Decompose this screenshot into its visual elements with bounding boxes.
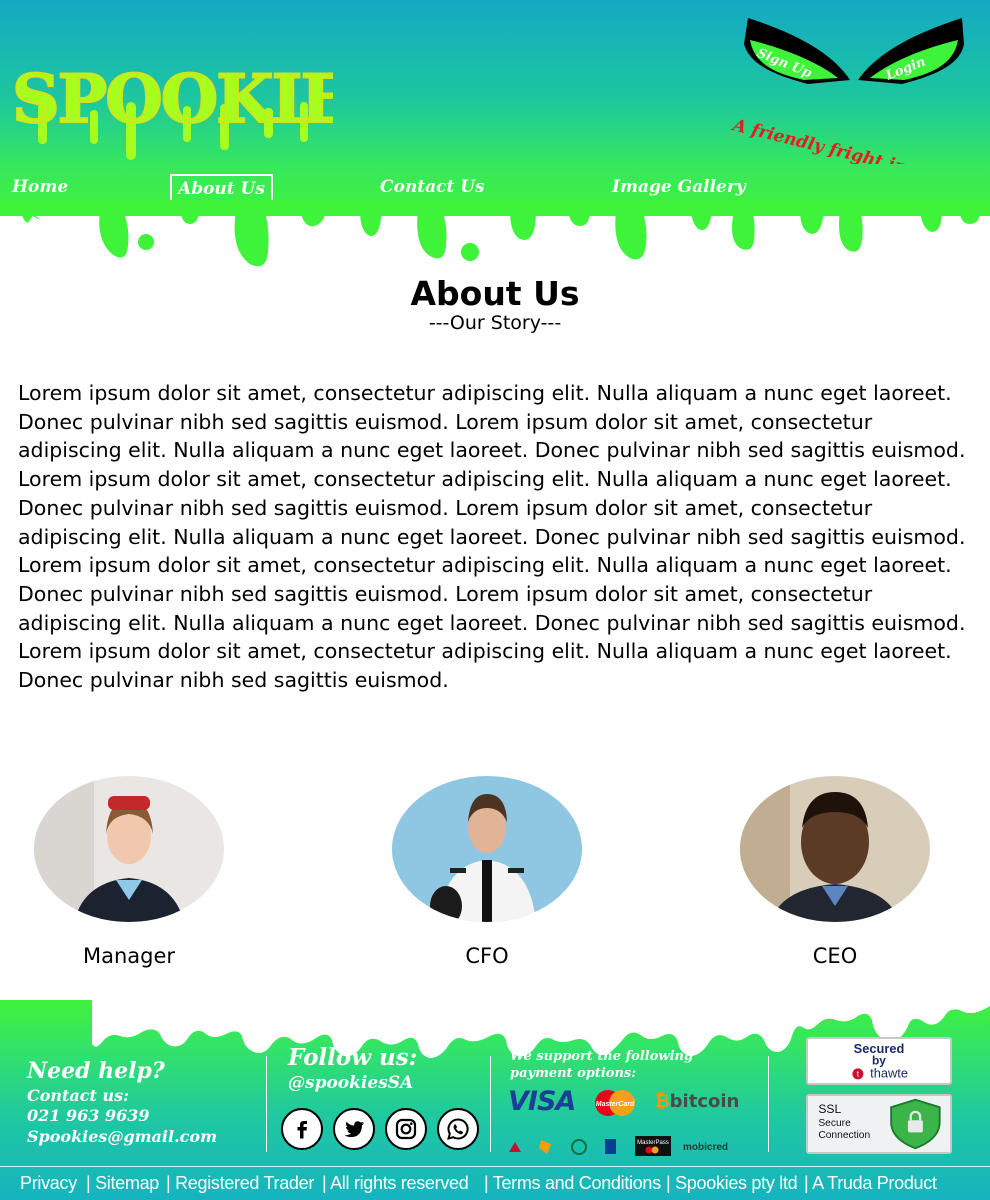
masterpass-logo: MasterPass [635,1136,671,1156]
page-subtitle: ---Our Story--- [428,312,562,334]
spookies-logo[interactable]: SPOOKIES [8,40,333,165]
slime-drips-top [0,200,990,267]
standard-bank-icon [605,1139,616,1154]
shield-lock-icon [890,1098,941,1150]
eyes-auth-graphic: Sign Up Login [744,18,964,84]
rights-reserved-text: | All rights reserved [322,1173,469,1193]
footer-divider [490,1056,491,1152]
nedbank-icon [571,1139,587,1155]
product-credit-text: | A Truda Product [804,1173,937,1193]
terms-conditions-link[interactable]: | Terms and Conditions [484,1173,661,1194]
svg-text:SPOOKIES: SPOOKIES [12,60,333,138]
page-title: About Us [410,274,580,313]
email-address[interactable]: Spookies@gmail.com [27,1127,217,1146]
mastercard-logo: MasterCard [595,1090,635,1116]
legal-bar: Privacy | Sitemap | Registered Trader | … [0,1166,990,1200]
registered-trader-link[interactable]: | Registered Trader [166,1173,314,1194]
team-member-ceo: CEO [730,776,930,976]
nav-contact-us[interactable]: Contact Us [380,174,485,202]
footer-divider [768,1056,769,1152]
svg-text:MasterPass: MasterPass [637,1140,669,1146]
twitter-icon[interactable] [333,1108,375,1150]
ceo-portrait [740,776,930,922]
svg-text:Secure: Secure [818,1118,851,1129]
whatsapp-icon[interactable] [437,1108,479,1150]
nav-image-gallery[interactable]: Image Gallery [612,174,746,202]
facebook-icon[interactable] [281,1108,323,1150]
thawte-security-badge[interactable]: Secured by t thawte [806,1037,952,1085]
privacy-link[interactable]: Privacy [20,1173,77,1194]
instagram-icon[interactable] [385,1108,427,1150]
svg-text:SSL: SSL [818,1102,841,1116]
manager-role: Manager [82,944,176,968]
follow-title: Follow us: [288,1044,418,1071]
nav-about-us[interactable]: About Us [170,174,273,202]
ssl-secure-badge[interactable]: SSL Secure Connection [806,1094,952,1154]
help-title: Need help? [27,1058,165,1084]
svg-text:MasterCard: MasterCard [596,1101,635,1108]
absa-icon [509,1142,521,1152]
payment-options-title: We support the following payment options… [510,1049,694,1081]
phone-number[interactable]: 021 963 9639 [27,1106,149,1125]
nav-home[interactable]: Home [12,174,68,202]
team-member-cfo: CFO [382,776,582,976]
ceo-role: CEO [812,944,858,968]
sitemap-link[interactable]: | Sitemap [86,1173,159,1194]
team-member-manager: Manager [24,776,224,976]
svg-text:Connection: Connection [818,1130,870,1141]
story-paragraph: Lorem ipsum dolor sit amet, consectetur … [18,381,966,693]
mobicred-logo: mobicred [683,1142,728,1153]
bank-logos-row: MasterPass mobicred [509,1136,728,1156]
svg-text:thawte: thawte [870,1066,908,1081]
fnb-icon [539,1140,551,1154]
social-handle[interactable]: @spookiesSA [288,1073,413,1093]
company-name-text: | Spookies pty ltd [666,1173,798,1193]
visa-logo: VISA [508,1086,576,1117]
cfo-role: CFO [465,944,509,968]
svg-text:A friendly fright in every bit: A friendly fright in every bite [729,115,978,164]
footer-divider [266,1056,267,1152]
contact-label: Contact us: [27,1086,130,1105]
cfo-portrait [392,776,582,922]
site-header: SPOOKIES Sign Up Login A friendly fright… [0,0,990,215]
bitcoin-logo: ₿bitcoin [655,1091,740,1112]
manager-portrait [34,776,224,922]
tagline: A friendly fright in every bite [729,115,978,164]
